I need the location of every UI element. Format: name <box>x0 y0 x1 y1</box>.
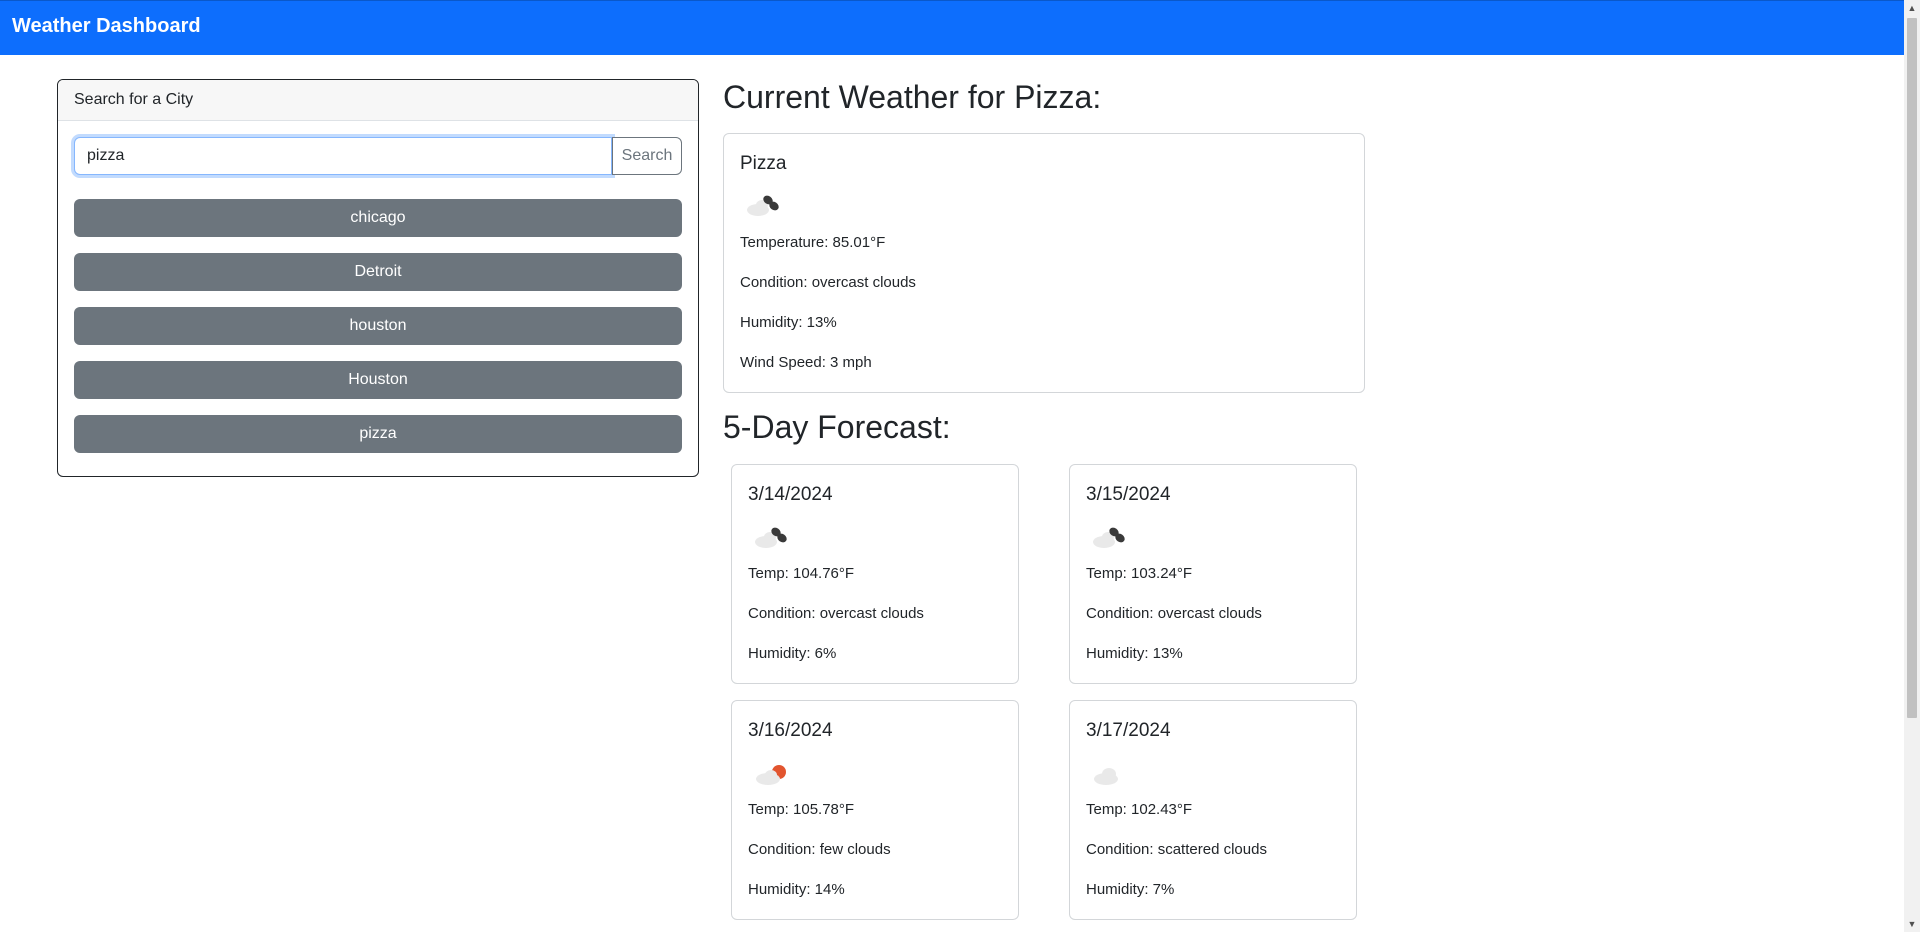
navbar: Weather Dashboard <box>0 0 1904 55</box>
forecast-temp: Temp: 105.78°F <box>748 801 855 818</box>
city-search-input[interactable] <box>74 137 612 175</box>
history-button[interactable]: houston <box>74 307 682 345</box>
scattered-clouds-icon <box>1094 768 1118 785</box>
forecast-condition: Condition: scattered clouds <box>1086 841 1267 858</box>
forecast-humidity: Humidity: 14% <box>748 881 845 898</box>
scroll-down-icon[interactable]: ▼ <box>1904 916 1920 932</box>
forecast-humidity: Humidity: 13% <box>1086 645 1183 662</box>
history-button[interactable]: chicago <box>74 199 682 237</box>
scroll-up-icon[interactable]: ▲ <box>1904 0 1920 16</box>
forecast-date: 3/15/2024 <box>1086 484 1171 505</box>
forecast-temp: Temp: 103.24°F <box>1086 565 1193 582</box>
forecast-humidity: Humidity: 7% <box>1086 881 1175 898</box>
forecast-condition: Condition: few clouds <box>748 841 891 858</box>
forecast-card: 3/17/2024 Temp: 102.43°F Condition: scat… <box>1069 700 1357 920</box>
few-clouds-icon <box>756 765 786 785</box>
scrollbar-thumb[interactable] <box>1907 18 1917 718</box>
forecast-condition: Condition: overcast clouds <box>1086 605 1262 622</box>
current-weather-card: Pizza Temperature: 85.01°F Condition: ov… <box>723 133 1365 393</box>
current-humidity: Humidity: 13% <box>740 314 837 331</box>
current-weather-heading: Current Weather for Pizza: <box>723 79 1102 115</box>
search-card: Search for a City Search chicago Detroit… <box>57 79 699 477</box>
forecast-card: 3/14/2024 Temp: 104.76°F Condition: over… <box>731 464 1019 684</box>
current-temperature: Temperature: 85.01°F <box>740 234 886 251</box>
forecast-heading: 5-Day Forecast: <box>723 409 951 445</box>
forecast-condition: Condition: overcast clouds <box>748 605 924 622</box>
forecast-temp: Temp: 102.43°F <box>1086 801 1193 818</box>
history-button[interactable]: pizza <box>74 415 682 453</box>
forecast-humidity: Humidity: 6% <box>748 645 837 662</box>
navbar-brand[interactable]: Weather Dashboard <box>12 15 201 38</box>
search-card-header: Search for a City <box>58 80 698 121</box>
forecast-card: 3/15/2024 Temp: 103.24°F Condition: over… <box>1069 464 1357 684</box>
forecast-temp: Temp: 104.76°F <box>748 565 855 582</box>
forecast-date: 3/14/2024 <box>748 484 833 505</box>
current-city-name: Pizza <box>740 153 787 174</box>
history-button[interactable]: Detroit <box>74 253 682 291</box>
vertical-scrollbar[interactable]: ▲ ▼ <box>1904 0 1920 932</box>
search-button[interactable]: Search <box>612 137 682 175</box>
history-button[interactable]: Houston <box>74 361 682 399</box>
forecast-date: 3/17/2024 <box>1086 720 1171 741</box>
forecast-date: 3/16/2024 <box>748 720 833 741</box>
current-wind-speed: Wind Speed: 3 mph <box>740 354 872 371</box>
current-condition: Condition: overcast clouds <box>740 274 916 291</box>
forecast-card: 3/16/2024 Temp: 105.78°F Condition: few … <box>731 700 1019 920</box>
broken-clouds-icon <box>1093 527 1125 548</box>
search-input-group: Search <box>74 137 682 175</box>
broken-clouds-icon <box>755 527 787 548</box>
broken-clouds-icon <box>747 195 779 216</box>
